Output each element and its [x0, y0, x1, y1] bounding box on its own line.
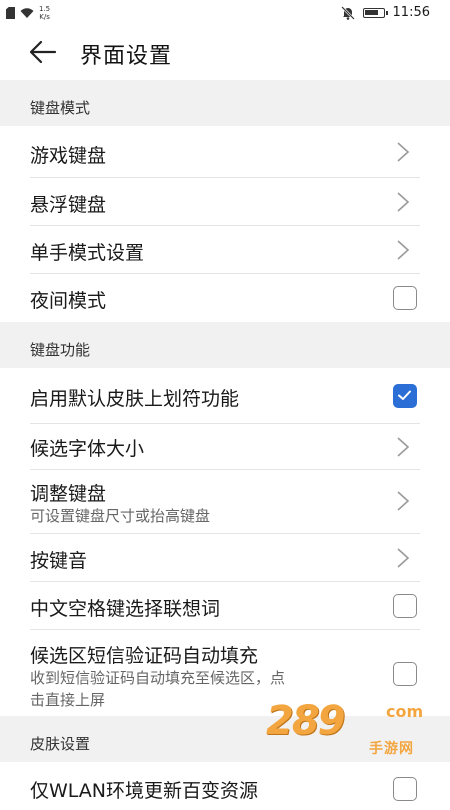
- setting-title: 仅WLAN环境更新百变资源: [30, 780, 259, 802]
- setting-row-one-hand-mode[interactable]: 单手模式设置: [0, 226, 450, 274]
- chevron-right-icon: [397, 437, 410, 457]
- back-arrow-icon: [29, 40, 57, 64]
- setting-title: 夜间模式: [30, 290, 107, 312]
- sim-card-icon: [6, 7, 15, 19]
- status-time: 11:56: [392, 5, 430, 20]
- battery-icon: [362, 7, 388, 18]
- battery-level: [364, 9, 379, 15]
- setting-row-game-keyboard[interactable]: 游戏键盘: [0, 126, 450, 178]
- network-speed-value: 1.5: [39, 5, 51, 13]
- setting-title: 中文空格键选择联想词: [30, 598, 221, 620]
- watermark-sub: 手游网: [369, 741, 414, 757]
- setting-title: 单手模式设置: [30, 242, 145, 264]
- setting-title: 游戏键盘: [30, 145, 107, 167]
- setting-row-space-select-association[interactable]: 中文空格键选择联想词: [0, 582, 450, 630]
- setting-subtitle: 可设置键盘尺寸或抬高键盘: [30, 507, 211, 525]
- network-speed-unit: K/s: [39, 13, 50, 21]
- checkmark-icon: [398, 390, 411, 400]
- setting-title: 启用默认皮肤上划符功能: [30, 388, 240, 410]
- chevron-right-icon: [397, 240, 410, 260]
- mute-bell-icon: [340, 5, 355, 20]
- watermark-logo: 289 com 手游网: [266, 698, 436, 758]
- setting-row-floating-keyboard[interactable]: 悬浮键盘: [0, 178, 450, 226]
- network-speed: 1.5 K/s: [39, 5, 50, 21]
- setting-subtitle-line-2: 击直接上屏: [30, 691, 106, 709]
- setting-title: 悬浮键盘: [30, 194, 107, 216]
- status-bar: 1.5 K/s 11:56: [0, 0, 450, 24]
- setting-row-candidate-font-size[interactable]: 候选字体大小: [0, 424, 450, 470]
- section-title: 键盘模式: [30, 99, 91, 117]
- section-header-keyboard-mode: 键盘模式: [0, 80, 450, 126]
- setting-row-swipe-symbols[interactable]: 启用默认皮肤上划符功能: [0, 368, 450, 424]
- setting-row-key-sound[interactable]: 按键音: [0, 534, 450, 582]
- back-button[interactable]: [28, 38, 60, 66]
- wlan-update-checkbox[interactable]: [393, 777, 417, 801]
- setting-title: 候选字体大小: [30, 438, 145, 460]
- setting-title: 调整键盘: [30, 483, 107, 505]
- section-title: 键盘功能: [30, 341, 91, 359]
- wifi-icon: [20, 7, 34, 18]
- swipe-symbols-checkbox[interactable]: [393, 384, 417, 408]
- chevron-right-icon: [397, 548, 410, 568]
- watermark-main: 289: [266, 698, 345, 744]
- sms-autofill-checkbox[interactable]: [393, 662, 417, 686]
- page-title: 界面设置: [80, 44, 173, 69]
- watermark-suffix: com: [386, 702, 424, 721]
- setting-title: 候选区短信验证码自动填充: [30, 645, 259, 667]
- setting-title: 按键音: [30, 550, 88, 572]
- chevron-right-icon: [397, 491, 410, 511]
- app-header: 界面设置: [0, 24, 450, 80]
- section-title: 皮肤设置: [30, 735, 91, 753]
- chevron-right-icon: [397, 192, 410, 212]
- chevron-right-icon: [397, 142, 410, 162]
- setting-subtitle-line-1: 收到短信验证码自动填充至候选区，点: [30, 669, 286, 687]
- setting-row-wlan-only-update[interactable]: 仅WLAN环境更新百变资源: [0, 762, 450, 810]
- section-header-keyboard-functions: 键盘功能: [0, 322, 450, 368]
- setting-row-night-mode[interactable]: 夜间模式: [0, 274, 450, 322]
- setting-row-adjust-keyboard[interactable]: 调整键盘 可设置键盘尺寸或抬高键盘: [0, 470, 450, 534]
- night-mode-checkbox[interactable]: [393, 286, 417, 310]
- space-association-checkbox[interactable]: [393, 594, 417, 618]
